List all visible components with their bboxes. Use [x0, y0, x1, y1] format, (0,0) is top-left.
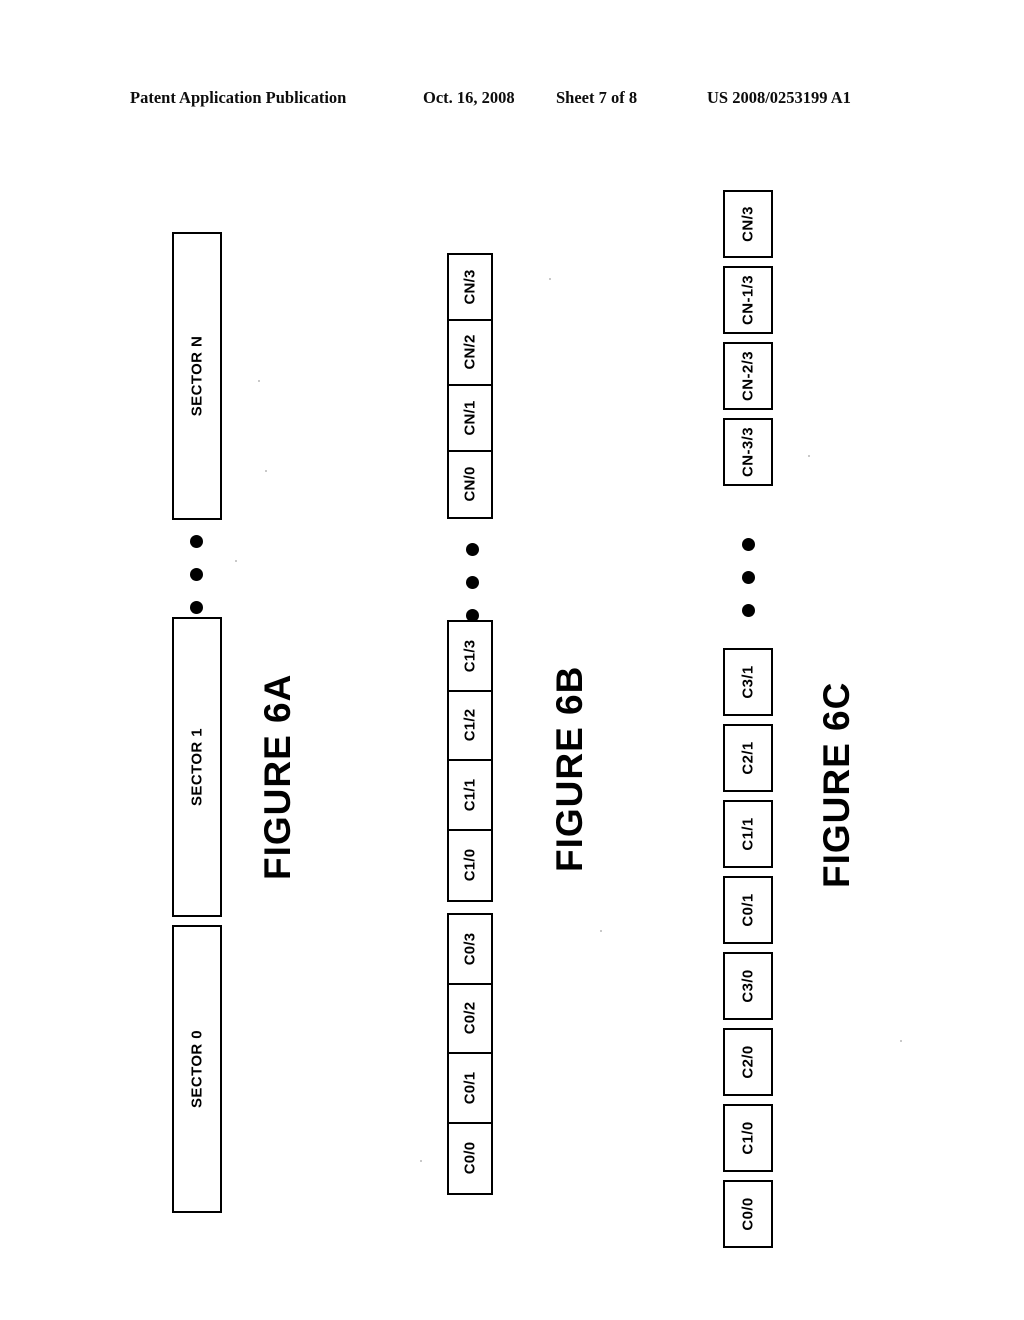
cell: C0/0: [449, 1124, 491, 1194]
cell: C0/2: [449, 985, 491, 1054]
ellipsis-dot: [466, 576, 479, 589]
sep-box-cn-2-3: CN-2/3: [723, 342, 773, 410]
cell-label: CN/1: [461, 400, 479, 436]
sector-box-0: SECTOR 0: [172, 925, 222, 1213]
cell: CN/1: [449, 386, 491, 452]
cell-group-cn: CN/3 CN/2 CN/1 CN/0: [447, 253, 493, 519]
sep-box-c1-1: C1/1: [723, 800, 773, 868]
sector-box-label: SECTOR 1: [188, 728, 206, 806]
cell-label: CN/2: [461, 334, 479, 370]
sep-box-c0-0: C0/0: [723, 1180, 773, 1248]
scan-speck: [258, 380, 260, 382]
cell-label: C0/0: [461, 1142, 479, 1175]
sep-box-c3-0: C3/0: [723, 952, 773, 1020]
figure-6a-caption: FIGURE 6A: [257, 673, 298, 880]
ellipsis-dot: [742, 571, 755, 584]
sep-box-cn-3: CN/3: [723, 190, 773, 258]
cell-label: CN/3: [461, 269, 479, 305]
ellipsis-dot: [742, 604, 755, 617]
cell-label: C1/2: [461, 709, 479, 742]
cell: C1/0: [449, 831, 491, 901]
sector-box-label: SECTOR N: [188, 335, 206, 417]
cell-group-c0: C0/3 C0/2 C0/1 C0/0: [447, 913, 493, 1195]
cell: C1/2: [449, 692, 491, 761]
sep-box-label: CN-2/3: [739, 351, 757, 401]
sep-box-c3-1: C3/1: [723, 648, 773, 716]
sector-box-label: SECTOR 0: [188, 1030, 206, 1108]
ellipsis-dot: [190, 568, 203, 581]
scan-speck: [549, 278, 551, 280]
ellipsis-6a: [190, 535, 204, 615]
sep-box-label: CN-1/3: [739, 275, 757, 325]
cell-label: C0/2: [461, 1002, 479, 1035]
header-patent-number: US 2008/0253199 A1: [707, 88, 851, 107]
header-sheet-number: Sheet 7 of 8: [556, 88, 638, 107]
cell-label: C0/1: [461, 1071, 479, 1105]
scan-speck: [235, 560, 237, 562]
header-date: Oct. 16, 2008: [423, 88, 515, 107]
cell: CN/3: [449, 255, 491, 321]
sep-box-label: CN/3: [739, 206, 757, 242]
sep-box-label: C3/0: [739, 969, 757, 1003]
cell: C1/3: [449, 622, 491, 692]
ellipsis-dot: [190, 601, 203, 614]
sep-box-label: C3/1: [739, 665, 757, 699]
sep-box-c1-0: C1/0: [723, 1104, 773, 1172]
cell-label: C1/1: [461, 778, 479, 812]
sep-box-label: C1/1: [739, 817, 757, 851]
cell-label: C1/3: [461, 639, 479, 673]
sep-box-c2-1: C2/1: [723, 724, 773, 792]
scan-speck: [808, 455, 810, 457]
cell-label: C1/0: [461, 849, 479, 882]
ellipsis-dot: [466, 543, 479, 556]
cell: C1/1: [449, 761, 491, 831]
sep-box-cn-1-3: CN-1/3: [723, 266, 773, 334]
figure-6b-caption: FIGURE 6B: [549, 665, 590, 872]
scan-speck: [420, 1160, 422, 1162]
cell: C0/3: [449, 915, 491, 985]
ellipsis-6b: [466, 543, 480, 623]
header-publication-title: Patent Application Publication: [130, 88, 347, 107]
cell: C0/1: [449, 1054, 491, 1124]
ellipsis-dot: [742, 538, 755, 551]
cell-label: CN/0: [461, 466, 479, 502]
sep-box-label: C0/1: [739, 893, 757, 927]
sep-box-cn-3-3: CN-3/3: [723, 418, 773, 486]
ellipsis-6c: [742, 538, 756, 618]
cell: CN/0: [449, 452, 491, 518]
sep-box-c0-1: C0/1: [723, 876, 773, 944]
sep-box-label: C1/0: [739, 1121, 757, 1155]
page-header: Patent Application Publication Oct. 16, …: [0, 88, 1024, 114]
sep-box-label: CN-3/3: [739, 427, 757, 477]
sep-box-label: C2/0: [739, 1045, 757, 1079]
cell: CN/2: [449, 321, 491, 386]
sep-box-c2-0: C2/0: [723, 1028, 773, 1096]
cell-group-c1: C1/3 C1/2 C1/1 C1/0: [447, 620, 493, 902]
sector-box-n: SECTOR N: [172, 232, 222, 520]
sector-box-1: SECTOR 1: [172, 617, 222, 917]
figure-6c-caption: FIGURE 6C: [816, 681, 857, 888]
sep-box-label: C0/0: [739, 1197, 757, 1231]
sep-box-label: C2/1: [739, 741, 757, 775]
scan-speck: [600, 930, 602, 932]
patent-drawing-page: Patent Application Publication Oct. 16, …: [0, 0, 1024, 1320]
scan-speck: [900, 1040, 902, 1042]
ellipsis-dot: [190, 535, 203, 548]
scan-speck: [265, 470, 267, 472]
cell-label: C0/3: [461, 932, 479, 966]
